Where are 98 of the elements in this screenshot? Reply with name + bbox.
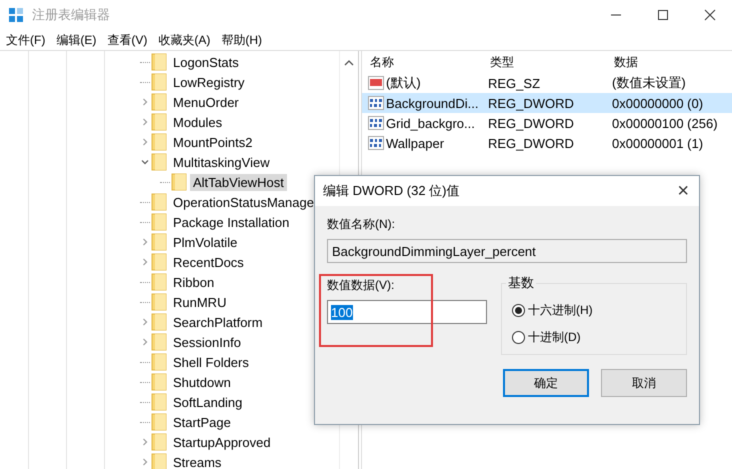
group-label: 基数: [506, 274, 536, 292]
tree-item[interactable]: MountPoints2: [170, 134, 256, 150]
value-data: 0x00000100 (256): [611, 116, 718, 130]
chevron-right-icon[interactable]: [141, 458, 149, 466]
value-name: BackgroundDi...: [386, 96, 478, 110]
folder-icon: [151, 213, 167, 231]
tree-item[interactable]: LowRegistry: [170, 74, 248, 90]
menu-item[interactable]: 查看(V): [107, 32, 148, 48]
tree-item[interactable]: AltTabViewHost: [190, 174, 287, 190]
value-row[interactable]: Grid_backgro... REG_DWORD 0x00000100 (256): [362, 113, 732, 133]
menu-item[interactable]: 文件(F): [6, 32, 46, 48]
folder-icon: [151, 373, 167, 391]
tree-item[interactable]: SoftLanding: [170, 394, 246, 410]
chevron-right-icon[interactable]: [141, 258, 149, 266]
dialog-title: 编辑 DWORD (32 位)值: [323, 182, 460, 200]
tree-item[interactable]: RunMRU: [170, 294, 230, 310]
folder-icon: [151, 133, 167, 151]
binary-value-icon: [368, 116, 384, 130]
column-header[interactable]: 数据: [610, 54, 638, 70]
value-name: (默认): [386, 74, 421, 92]
column-header[interactable]: 类型: [490, 54, 610, 70]
folder-icon: [151, 433, 167, 451]
value-type: REG_DWORD: [488, 116, 575, 130]
tree-item[interactable]: SearchPlatform: [170, 314, 266, 330]
close-button[interactable]: ×: [677, 180, 689, 202]
registry-icon: [8, 7, 24, 23]
tree-item[interactable]: SessionInfo: [170, 334, 244, 350]
tree-item[interactable]: Shell Folders: [170, 354, 252, 370]
value-row[interactable]: (默认) REG_SZ (数值未设置): [362, 73, 732, 93]
string-value-icon: [368, 76, 384, 90]
close-icon[interactable]: [704, 9, 716, 21]
tree-item[interactable]: Streams: [170, 454, 224, 469]
tree-item[interactable]: Package Installation: [170, 214, 292, 230]
tree-item[interactable]: MenuOrder: [170, 94, 242, 110]
tree-item[interactable]: LogonStats: [170, 54, 242, 70]
folder-icon: [151, 393, 167, 411]
chevron-right-icon[interactable]: [141, 338, 149, 346]
tree-item[interactable]: PlmVolatile: [170, 234, 240, 250]
tree-item[interactable]: RecentDocs: [170, 254, 247, 270]
value-type: REG_DWORD: [488, 96, 575, 110]
tree-item[interactable]: StartupApproved: [170, 434, 274, 450]
tree-item[interactable]: Shutdown: [170, 374, 234, 390]
value-data: 0x00000000 (0): [611, 96, 704, 110]
radio-button[interactable]: [512, 331, 525, 344]
chevron-right-icon[interactable]: [141, 318, 149, 326]
menu-item[interactable]: 收藏夹(A): [158, 32, 210, 48]
chevron-right-icon[interactable]: [141, 138, 149, 146]
value-data: 0x00000001 (1): [611, 136, 704, 150]
folder-icon: [151, 293, 167, 311]
radio-button[interactable]: [512, 304, 525, 317]
radio-label[interactable]: 十六进制(H): [528, 302, 593, 319]
folder-icon: [171, 173, 187, 191]
folder-icon: [151, 273, 167, 291]
chevron-right-icon[interactable]: [141, 118, 149, 126]
chevron-right-icon[interactable]: [141, 238, 149, 246]
chevron-down-icon[interactable]: [141, 158, 149, 166]
folder-icon: [151, 233, 167, 251]
folder-icon: [151, 353, 167, 371]
folder-icon: [151, 73, 167, 91]
field-label: 数值名称(N):: [327, 216, 396, 233]
folder-icon: [151, 253, 167, 271]
chevron-right-icon[interactable]: [141, 438, 149, 446]
folder-icon: [151, 93, 167, 111]
folder-icon: [151, 113, 167, 131]
folder-icon: [151, 193, 167, 211]
tree-item[interactable]: MultitaskingView: [170, 154, 273, 170]
radio-label[interactable]: 十进制(D): [528, 329, 581, 346]
tree-item[interactable]: Modules: [170, 114, 226, 130]
value-name-field[interactable]: BackgroundDimmingLayer_percent: [327, 239, 687, 263]
value-row[interactable]: BackgroundDi... REG_DWORD 0x00000000 (0): [362, 93, 732, 113]
folder-icon: [151, 53, 167, 71]
binary-value-icon: [368, 96, 384, 110]
folder-icon: [151, 333, 167, 351]
value-row[interactable]: Wallpaper REG_DWORD 0x00000001 (1): [362, 133, 732, 153]
folder-icon: [151, 313, 167, 331]
scroll-up-icon[interactable]: [344, 59, 354, 67]
window-title: 注册表编辑器: [32, 6, 110, 24]
column-header[interactable]: 名称: [362, 54, 490, 70]
tree-item[interactable]: OperationStatusManage: [170, 194, 317, 210]
dialog-button[interactable]: 取消: [601, 369, 687, 397]
value-data: (数值未设置): [611, 74, 686, 92]
value-type: REG_SZ: [488, 76, 542, 90]
value-name: Wallpaper: [386, 136, 444, 150]
value-type: REG_DWORD: [488, 136, 575, 150]
tree-item[interactable]: Ribbon: [170, 274, 218, 290]
value-data-field[interactable]: 100: [327, 300, 487, 324]
tree-item[interactable]: StartPage: [170, 414, 234, 430]
chevron-right-icon[interactable]: [141, 98, 149, 106]
value-name: Grid_backgro...: [386, 116, 475, 130]
binary-value-icon: [368, 136, 384, 150]
field-label: 数值数据(V):: [327, 277, 396, 294]
dialog-button[interactable]: 确定: [503, 369, 589, 397]
folder-icon: [151, 153, 167, 171]
menu-item[interactable]: 帮助(H): [221, 32, 262, 48]
folder-icon: [151, 453, 167, 469]
menu-item[interactable]: 编辑(E): [56, 32, 96, 48]
folder-icon: [151, 413, 167, 431]
maximize-icon[interactable]: [657, 9, 669, 21]
